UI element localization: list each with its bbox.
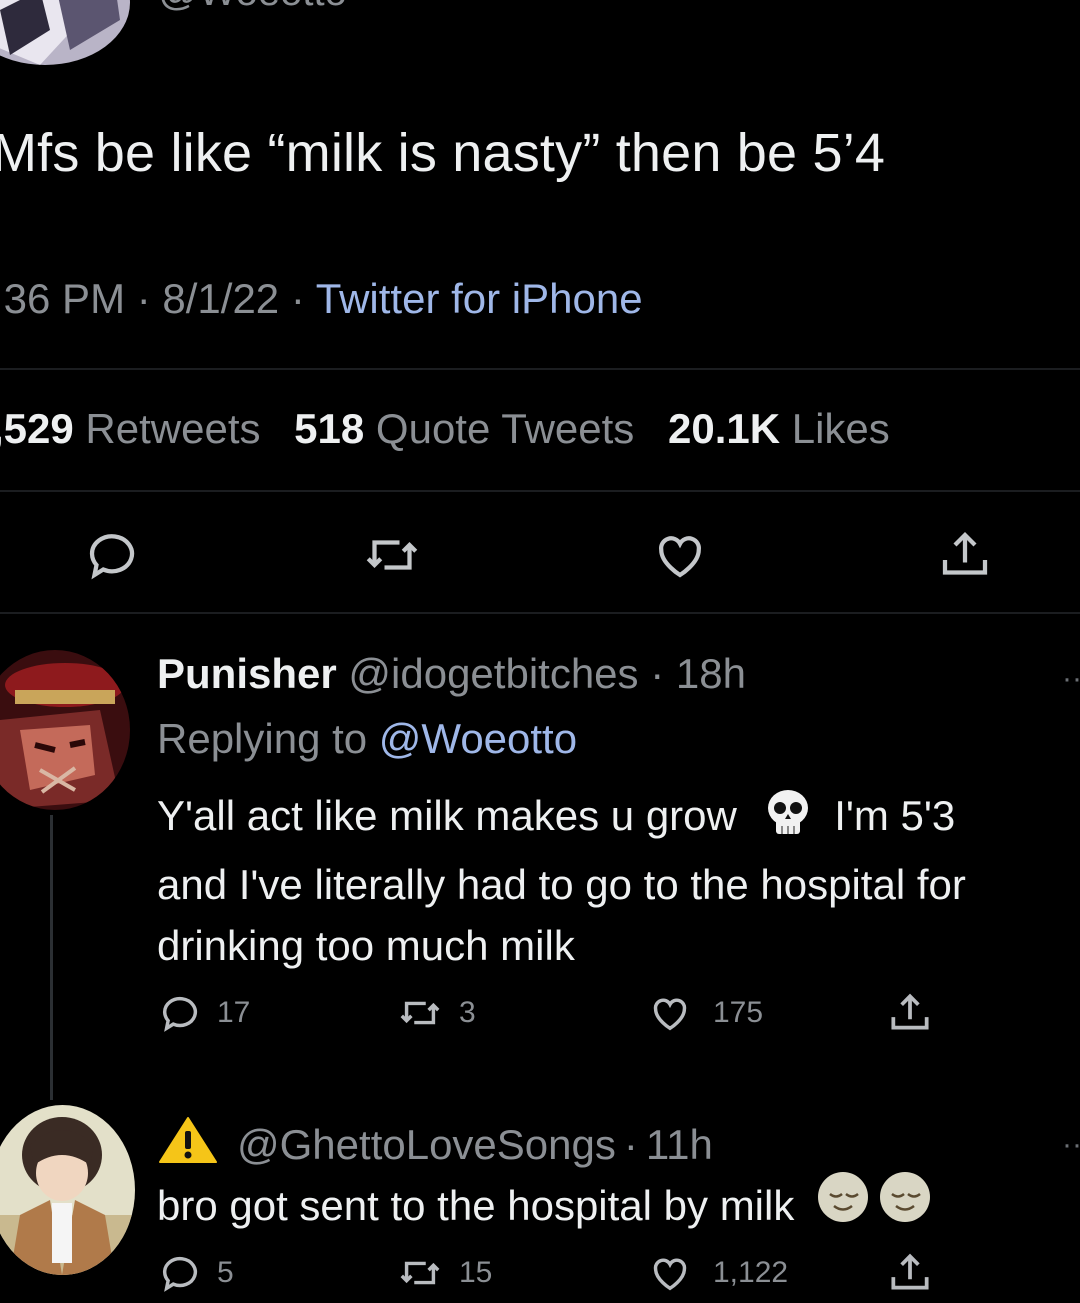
relieved-face-icon <box>878 1170 932 1240</box>
reply1-retweet-button[interactable]: 3 <box>395 990 476 1036</box>
more-icon[interactable]: ·· <box>1062 662 1080 696</box>
divider <box>0 612 1080 614</box>
like-icon <box>653 1258 687 1291</box>
more-icon[interactable]: ·· <box>1062 1128 1080 1162</box>
retweets-count[interactable]: ,529 <box>0 405 74 452</box>
reply1-retweet-count: 3 <box>459 996 476 1029</box>
reply-icon <box>162 996 198 1032</box>
reply2-header: @GhettoLoveSongs · 11h <box>157 1115 713 1175</box>
author-handle[interactable]: @Woeotto <box>158 0 347 15</box>
tweet-source[interactable]: Twitter for iPhone <box>316 275 643 322</box>
reply2-handle[interactable]: @GhettoLoveSongs <box>237 1121 616 1169</box>
reply1-name[interactable]: Punisher <box>157 650 337 697</box>
reply2-text: bro got sent to the hospital by milk <box>157 1181 795 1229</box>
reply1-line1-end: I'm 5'3 <box>834 792 956 839</box>
reply2-share-button[interactable] <box>885 1248 935 1303</box>
skull-emoji-icon <box>765 788 811 854</box>
tweet-stats: ,529 Retweets 518 Quote Tweets 20.1K Lik… <box>0 405 890 453</box>
meta-separator: · <box>650 650 665 697</box>
replying-prefix: Replying to <box>157 715 368 762</box>
like-icon[interactable] <box>650 525 710 585</box>
meta-separator: · <box>136 275 163 322</box>
reply2-retweet-button[interactable]: 15 <box>395 1250 492 1296</box>
like-icon <box>653 998 687 1031</box>
reply2-avatar[interactable] <box>0 1105 135 1275</box>
reply2-retweet-count: 15 <box>459 1256 493 1289</box>
quotes-count[interactable]: 518 <box>294 405 364 452</box>
share-icon[interactable] <box>935 525 995 585</box>
meta-separator: · <box>290 275 316 322</box>
reply2-body: bro got sent to the hospital by milk <box>157 1170 932 1240</box>
reply2-like-count: 1,122 <box>713 1256 789 1289</box>
reply1-reply-count: 17 <box>217 996 251 1029</box>
tweet-text: Mfs be like “milk is nasty” then be 5’4 <box>0 123 886 183</box>
reply1-share-button[interactable] <box>885 988 935 1043</box>
meta-separator: · <box>623 1121 638 1168</box>
reply1-line1: Y'all act like milk makes u grow <box>157 792 737 839</box>
likes-label[interactable]: Likes <box>792 405 890 452</box>
retweet-icon <box>400 1001 440 1025</box>
retweet-icon[interactable] <box>362 525 422 585</box>
reply1-time[interactable]: 18h <box>676 650 746 697</box>
reply-icon <box>162 1256 198 1292</box>
tweet-time: :36 PM <box>0 275 126 322</box>
likes-count[interactable]: 20.1K <box>668 405 780 452</box>
replying-mention[interactable]: @Woeotto <box>379 715 577 762</box>
reply1-like-count: 175 <box>713 996 764 1029</box>
retweets-label[interactable]: Retweets <box>85 405 260 452</box>
tweet-meta: :36 PM · 8/1/22 · Twitter for iPhone <box>0 275 643 323</box>
reply1-avatar[interactable] <box>0 650 130 810</box>
top-avatar[interactable] <box>0 0 130 65</box>
thread-line <box>50 815 53 1100</box>
divider <box>0 490 1080 492</box>
share-icon <box>891 993 929 1030</box>
divider <box>0 368 1080 370</box>
retweet-icon <box>400 1261 440 1285</box>
reply1-line3: drinking too much milk <box>157 922 575 969</box>
reply1-line2: and I've literally had to go to the hosp… <box>157 861 966 908</box>
reply2-reply-count: 5 <box>217 1256 234 1289</box>
reply2-like-button[interactable]: 1,122 <box>645 1250 788 1296</box>
reply1-header: Punisher @idogetbitches · 18h <box>157 650 746 698</box>
reply1-reply-button[interactable]: 17 <box>157 990 250 1036</box>
share-icon <box>891 1253 929 1290</box>
reply1-handle[interactable]: @idogetbitches <box>348 650 638 697</box>
reply-icon[interactable] <box>82 525 142 585</box>
reply2-time[interactable]: 11h <box>646 1121 713 1169</box>
quotes-label[interactable]: Quote Tweets <box>376 405 634 452</box>
tweet-date: 8/1/22 <box>162 275 280 322</box>
warning-icon <box>157 1115 219 1175</box>
relieved-face-icon <box>816 1170 870 1240</box>
reply1-like-button[interactable]: 175 <box>645 990 763 1036</box>
reply1-replying: Replying to @Woeotto <box>157 715 577 763</box>
reply1-body: Y'all act like milk makes u grow I'm 5'3… <box>157 785 1080 976</box>
reply2-reply-button[interactable]: 5 <box>157 1250 234 1296</box>
